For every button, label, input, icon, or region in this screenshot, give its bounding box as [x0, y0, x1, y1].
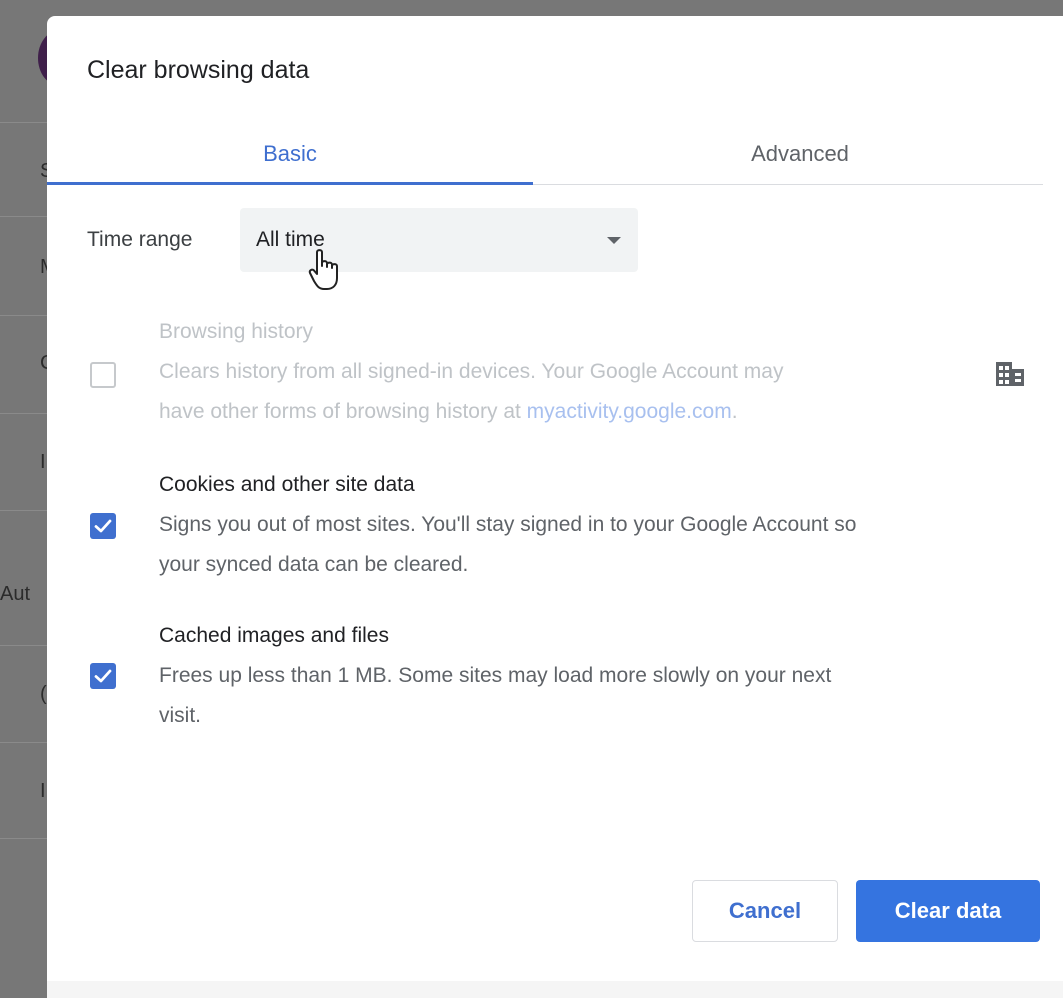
checkmark-icon [94, 669, 112, 683]
cookies-desc-line1: Signs you out of most sites. You'll stay… [159, 513, 857, 536]
browsing-history-desc-line1: Clears history from all signed-in device… [159, 360, 784, 383]
tab-basic[interactable]: Basic [47, 124, 533, 184]
background-text: I [40, 451, 46, 473]
clear-browsing-data-dialog: Clear browsing data Basic Advanced Time … [47, 16, 1063, 998]
myactivity-link[interactable]: myactivity.google.com [527, 400, 732, 423]
time-range-select[interactable]: All time [240, 208, 638, 272]
clear-data-button[interactable]: Clear data [856, 880, 1040, 942]
cookies-title: Cookies and other site data [159, 473, 415, 496]
cache-checkbox[interactable] [90, 663, 116, 689]
cookies-option: Cookies and other site data Signs you ou… [159, 465, 1039, 585]
cache-desc-line2: visit. [159, 704, 201, 727]
hand-pointer-cursor-icon [308, 249, 338, 290]
time-range-label: Time range [87, 228, 193, 251]
checkmark-icon [94, 519, 112, 533]
managed-building-icon [996, 362, 1024, 386]
browsing-history-title: Browsing history [159, 320, 314, 343]
cancel-button[interactable]: Cancel [692, 880, 838, 942]
dropdown-arrow-icon [607, 237, 621, 244]
dialog-title: Clear browsing data [87, 56, 310, 84]
background-text: I [40, 780, 46, 802]
browsing-history-checkbox[interactable] [90, 362, 116, 388]
browsing-history-desc-text: have other forms of browsing history at [159, 400, 527, 423]
cookies-desc-line2: your synced data can be cleared. [159, 553, 469, 576]
tab-bar: Basic Advanced [47, 124, 1043, 185]
background-text: ( [40, 683, 47, 705]
cache-desc-line1: Frees up less than 1 MB. Some sites may … [159, 664, 832, 687]
cookies-checkbox[interactable] [90, 513, 116, 539]
background-text: Aut [0, 583, 31, 605]
cache-title: Cached images and files [159, 624, 389, 647]
browsing-history-desc-line2: have other forms of browsing history at … [159, 392, 1039, 432]
dialog-footer [47, 981, 1063, 998]
browsing-history-option: Browsing history Clears history from all… [159, 312, 1039, 432]
cache-option: Cached images and files Frees up less th… [159, 616, 1039, 736]
browsing-history-desc-period: . [731, 400, 738, 423]
tab-advanced[interactable]: Advanced [557, 124, 1043, 184]
selected-tab-indicator [47, 182, 533, 185]
